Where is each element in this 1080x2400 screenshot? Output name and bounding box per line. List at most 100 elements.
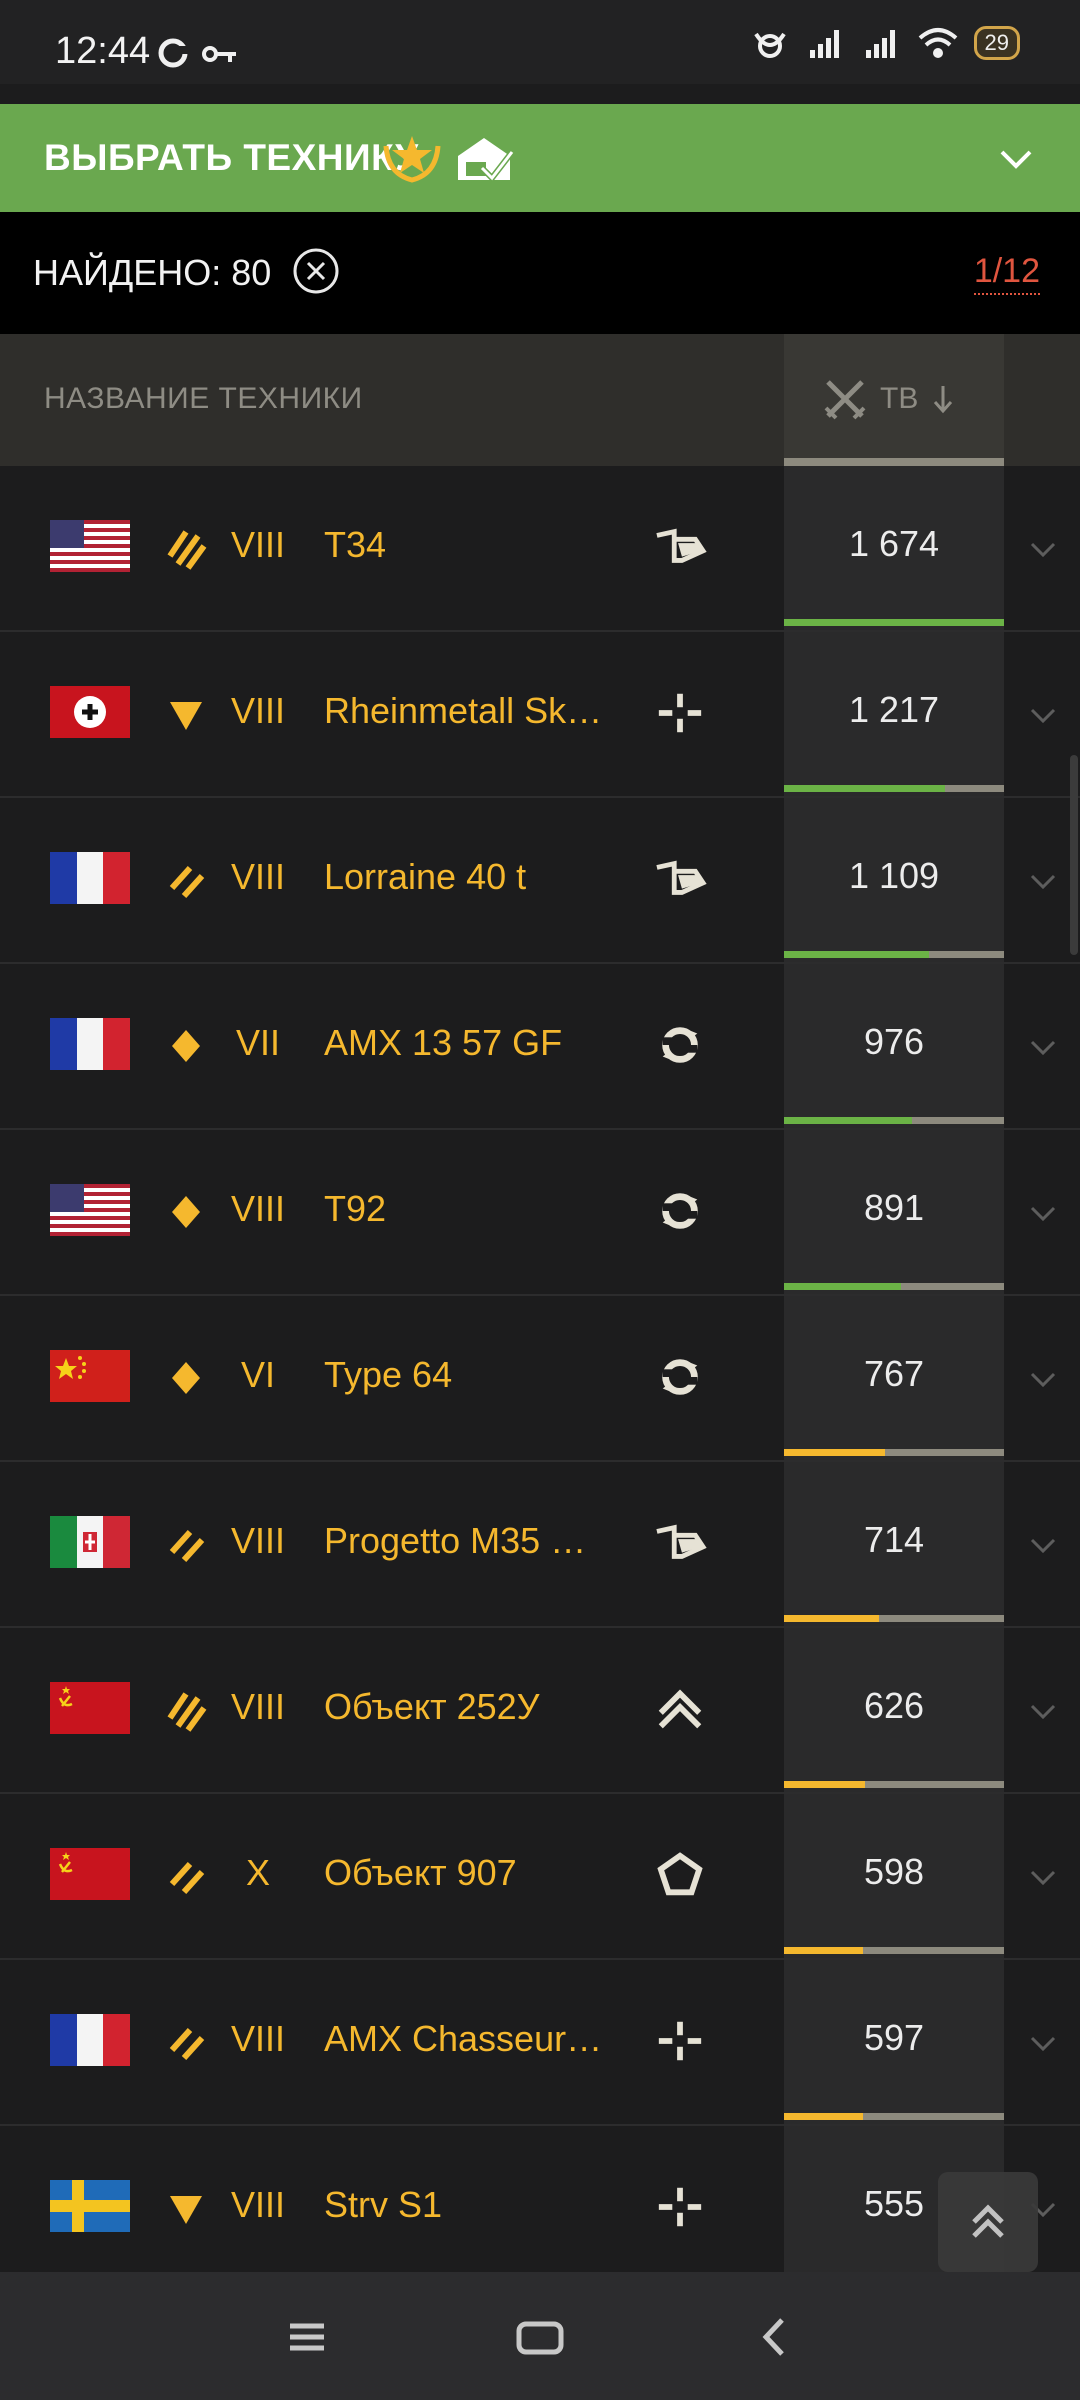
menu-icon[interactable] xyxy=(282,2312,332,2362)
chevron-down-icon[interactable] xyxy=(1026,532,1060,566)
tv-progress-bar xyxy=(784,785,1004,792)
tv-progress-bar xyxy=(784,1449,1004,1456)
stripes-2-role-icon xyxy=(169,2027,205,2061)
scrollbar[interactable] xyxy=(1070,755,1078,955)
tv-cell: 597 xyxy=(784,1960,1004,2124)
tv-progress-bar xyxy=(784,1615,1004,1622)
double-chevron-class-icon xyxy=(658,1689,702,1729)
circle-arrows-class-icon xyxy=(662,1027,698,1063)
tv-cell: 767 xyxy=(784,1296,1004,1460)
tv-cell: 598 xyxy=(784,1794,1004,1958)
status-time: 12:44 xyxy=(55,30,151,72)
signal-icon xyxy=(865,30,895,58)
vehicle-name: Strv S1 xyxy=(324,2184,443,2225)
circle-arrows-class-icon xyxy=(662,1193,698,1229)
france-flag-icon xyxy=(50,852,130,904)
chevron-down-icon[interactable] xyxy=(1026,2026,1060,2060)
vehicle-name: T92 xyxy=(324,1188,387,1229)
tv-progress-fill xyxy=(784,1615,879,1622)
crosshair-class-icon xyxy=(658,2021,702,2061)
flamethrower-class-icon xyxy=(656,1524,707,1559)
battery-indicator: 29 xyxy=(973,26,1020,60)
crosshair-class-icon xyxy=(658,2187,702,2227)
heavy-striped-3-role-icon xyxy=(167,1692,207,1732)
wifi-icon xyxy=(918,28,957,58)
tv-progress-fill xyxy=(784,619,1004,626)
laurel-star-icon xyxy=(383,136,441,183)
usa-flag-icon xyxy=(50,520,130,572)
vehicle-name: Progetto M35 … xyxy=(324,1520,587,1561)
tv-cell: 714 xyxy=(784,1462,1004,1626)
chevron-down-icon[interactable] xyxy=(1026,864,1060,898)
table-row[interactable]: VIII T34 1 674 xyxy=(0,466,1080,632)
chevron-down-icon[interactable] xyxy=(1026,1694,1060,1728)
chevron-down-icon[interactable] xyxy=(1026,1196,1060,1230)
vehicle-tier: VIII xyxy=(230,1520,286,1561)
key-icon xyxy=(202,46,236,62)
tv-progress-bar xyxy=(784,1947,1004,1954)
tv-progress-fill xyxy=(784,1449,886,1456)
table-row[interactable]: VIII Объект 252У 626 xyxy=(0,1628,1080,1794)
garage-check-icon xyxy=(458,138,515,183)
circle-arrows-class-icon xyxy=(662,1359,698,1395)
alarm-icon xyxy=(753,32,786,58)
column-name-header[interactable]: НАЗВАНИЕ ТЕХНИКИ xyxy=(44,382,363,416)
back-icon[interactable] xyxy=(750,2312,800,2362)
page-indicator[interactable]: 1/12 xyxy=(973,252,1040,295)
tv-value: 891 xyxy=(863,1187,925,1228)
table-row[interactable]: VIII AMX Chasseur… 597 xyxy=(0,1960,1080,2126)
sort-arrow-down-icon xyxy=(934,386,953,414)
diamond-role-icon xyxy=(172,1196,200,1228)
sweden-flag-icon xyxy=(50,2180,130,2232)
chevron-down-icon[interactable] xyxy=(1026,698,1060,732)
table-row[interactable]: VIII T92 891 xyxy=(0,1130,1080,1296)
france-flag-icon xyxy=(50,1018,130,1070)
vehicle-name: AMX Chasseur… xyxy=(324,2018,603,2059)
chevron-down-icon[interactable] xyxy=(1026,1362,1060,1396)
stripes-2-role-icon xyxy=(169,1861,205,1895)
tv-progress-bar xyxy=(784,1781,1004,1788)
scroll-to-top-button[interactable] xyxy=(938,2172,1038,2272)
found-count: НАЙДЕНО: 80 xyxy=(33,252,272,293)
column-tv-header[interactable]: ТВ xyxy=(784,334,1004,466)
table-row[interactable]: VIII Strv S1 555 xyxy=(0,2126,1080,2292)
vehicle-tier: VIII xyxy=(230,524,286,565)
table-row[interactable]: VIII Rheinmetall Sk… 1 217 xyxy=(0,632,1080,798)
tv-cell: 626 xyxy=(784,1628,1004,1792)
chevron-down-icon[interactable] xyxy=(1026,1030,1060,1064)
stripes-2-role-icon xyxy=(169,865,205,899)
tv-progress-bar xyxy=(784,619,1004,626)
flamethrower-class-icon xyxy=(656,860,707,895)
clear-filter-button[interactable] xyxy=(293,248,339,294)
tv-value: 597 xyxy=(863,2017,925,2058)
stripes-2-role-icon xyxy=(169,1529,205,1563)
tv-progress-fill xyxy=(784,1781,866,1788)
tv-progress-fill xyxy=(784,785,945,792)
vehicle-name: Lorraine 40 t xyxy=(324,856,527,897)
tv-progress-fill xyxy=(784,951,930,958)
select-vehicle-header[interactable]: ВЫБРАТЬ ТЕХНИКУ xyxy=(0,104,1080,212)
tv-progress-bar xyxy=(784,1117,1004,1124)
chevron-down-icon[interactable] xyxy=(1026,1860,1060,1894)
diamond-role-icon xyxy=(172,1030,200,1062)
china-flag-icon xyxy=(50,1350,130,1402)
home-icon[interactable] xyxy=(515,2312,565,2362)
tv-label: ТВ xyxy=(880,382,919,415)
vehicle-tier: VIII xyxy=(230,690,286,731)
chevron-down-icon[interactable] xyxy=(1026,1528,1060,1562)
status-bar: 12:44 29 xyxy=(0,0,1080,84)
signal-icon xyxy=(809,30,839,58)
france-flag-icon xyxy=(50,2014,130,2066)
tv-value: 714 xyxy=(863,1519,925,1560)
sync-icon xyxy=(158,38,190,68)
usa-flag-icon xyxy=(50,1184,130,1236)
table-row[interactable]: VI Type 64 767 xyxy=(0,1296,1080,1462)
table-row[interactable]: VIII Lorraine 40 t 1 109 xyxy=(0,798,1080,964)
table-row[interactable]: VIII Progetto M35 … 714 xyxy=(0,1462,1080,1628)
chevron-down-icon[interactable] xyxy=(996,138,1036,178)
table-row[interactable]: X Объект 907 598 xyxy=(0,1794,1080,1960)
tv-value: 1 217 xyxy=(848,689,940,730)
tv-value: 976 xyxy=(863,1021,925,1062)
table-row[interactable]: VII AMX 13 57 GF 976 xyxy=(0,964,1080,1130)
tv-cell: 1 674 xyxy=(784,466,1004,630)
